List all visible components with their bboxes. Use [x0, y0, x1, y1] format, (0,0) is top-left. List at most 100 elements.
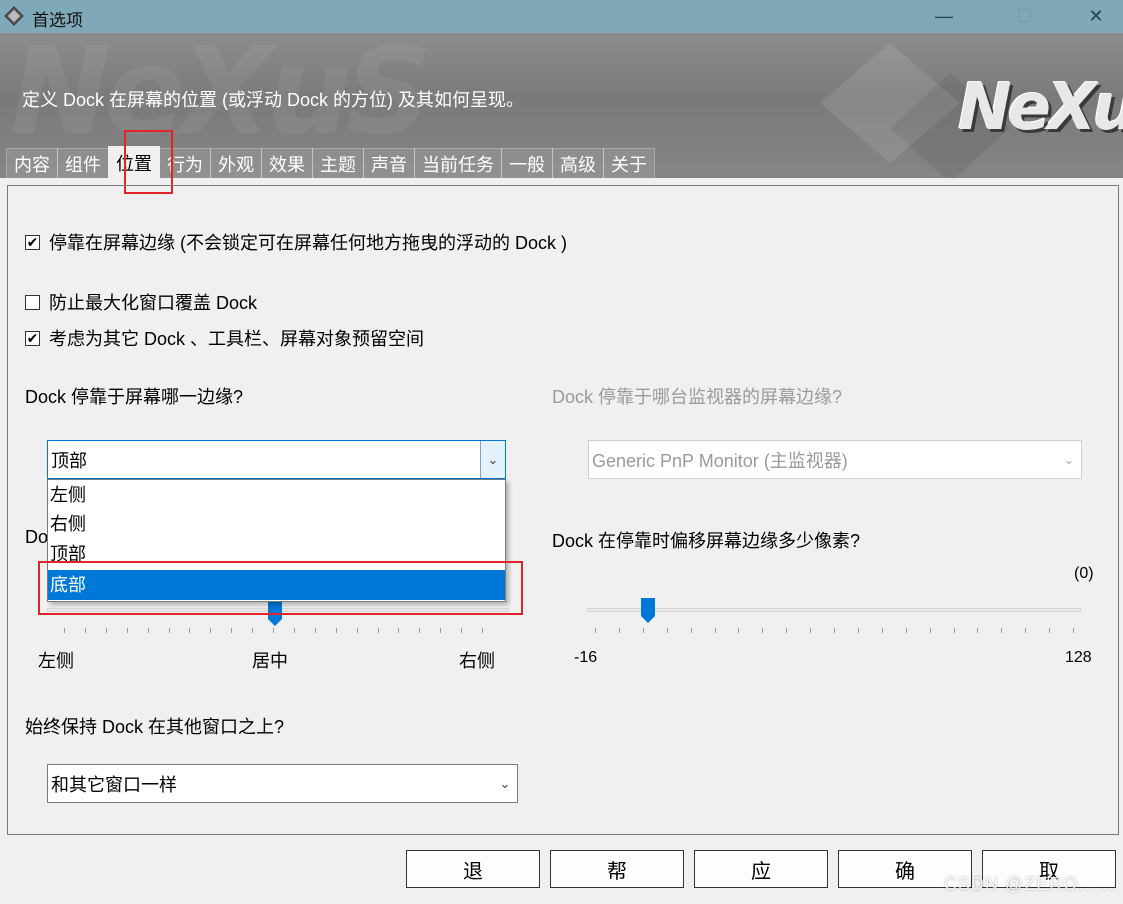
- prevent-cover-checkbox[interactable]: [25, 294, 40, 310]
- help-button[interactable]: 帮: [550, 850, 684, 888]
- tab-components[interactable]: 组件: [57, 148, 109, 178]
- window-title: 首选项: [32, 11, 83, 30]
- slider-tick: [64, 628, 65, 633]
- tab-strip: 内容 组件 位置 行为 外观 效果 主题 声音 当前任务 一般 高级 关于: [6, 146, 655, 178]
- edge-option-right[interactable]: 右侧: [48, 509, 505, 539]
- tab-about[interactable]: 关于: [603, 148, 655, 178]
- slider-tick: [314, 628, 316, 633]
- slider-tick: [618, 628, 620, 633]
- slider-tick: [738, 628, 740, 633]
- csdn-watermark: CSDN @ZERO......: [944, 874, 1115, 894]
- slider-tick: [335, 628, 337, 633]
- slider-tick: [231, 628, 233, 633]
- slider-tick: [356, 628, 358, 633]
- ontop-select[interactable]: 和其它窗口一样 ⌄: [47, 764, 518, 803]
- chevron-down-icon[interactable]: ⌄: [480, 441, 505, 478]
- slider-tick: [1073, 628, 1074, 633]
- ontop-question: 始终保持 Dock 在其他窗口之上?: [25, 717, 285, 737]
- slider-tick: [666, 628, 668, 633]
- app-diamond-icon: [4, 6, 24, 26]
- slider-tick: [377, 628, 379, 633]
- position-mid-label: 居中: [252, 651, 288, 671]
- slider-tick: [810, 628, 812, 633]
- slider-tick: [482, 628, 483, 633]
- prevent-cover-checkbox-row[interactable]: 防止最大化窗口覆盖 Dock: [25, 289, 257, 315]
- slider-tick: [762, 628, 764, 633]
- slider-tick: [273, 628, 274, 633]
- edge-option-left[interactable]: 左侧: [48, 480, 505, 510]
- maximize-button[interactable]: ☐: [997, 0, 1053, 33]
- tab-general[interactable]: 一般: [501, 148, 553, 178]
- slider-tick: [905, 628, 907, 633]
- slider-tick: [293, 628, 295, 633]
- slider-tick: [168, 628, 170, 633]
- position-min-label: 左侧: [38, 651, 74, 671]
- tab-appearance[interactable]: 外观: [210, 148, 262, 178]
- position-question-partial: Do: [25, 527, 49, 547]
- close-button[interactable]: ✕: [1068, 0, 1123, 33]
- slider-tick: [977, 628, 979, 633]
- slider-tick: [1025, 628, 1027, 633]
- slider-tick: [642, 628, 644, 633]
- offset-max-label: 128: [1065, 649, 1092, 666]
- minimize-button[interactable]: —: [916, 0, 972, 33]
- dock-edge-label: 停靠在屏幕边缘 (不会锁定可在屏幕任何地方拖曳的浮动的 Dock ): [49, 233, 567, 253]
- edge-select-value: 顶部: [51, 451, 87, 471]
- offset-slider-thumb[interactable]: [641, 598, 655, 624]
- tab-effects[interactable]: 效果: [261, 148, 313, 178]
- exit-button[interactable]: 退: [406, 850, 540, 888]
- edge-select[interactable]: 顶部 ⌄: [47, 440, 506, 479]
- slider-tick: [84, 628, 86, 633]
- monitor-question: Dock 停靠于哪台监视器的屏幕边缘?: [552, 387, 843, 407]
- offset-slider-track[interactable]: [587, 608, 1081, 612]
- reserve-space-checkbox-row[interactable]: ✔ 考虑为其它 Dock 、工具栏、屏幕对象预留空间: [25, 325, 424, 351]
- tab-themes[interactable]: 主题: [312, 148, 364, 178]
- slider-tick: [189, 628, 191, 633]
- apply-button[interactable]: 应: [694, 850, 828, 888]
- slider-tick: [857, 628, 859, 633]
- reserve-space-label: 考虑为其它 Dock 、工具栏、屏幕对象预留空间: [49, 329, 425, 349]
- slider-tick: [714, 628, 716, 633]
- offset-question: Dock 在停靠时偏移屏幕边缘多少像素?: [552, 531, 861, 551]
- option-highlight-box: [38, 561, 523, 615]
- slider-tick: [1001, 628, 1003, 633]
- slider-tick: [953, 628, 955, 633]
- slider-tick: [786, 628, 788, 633]
- dock-edge-checkbox-row[interactable]: ✔ 停靠在屏幕边缘 (不会锁定可在屏幕任何地方拖曳的浮动的 Dock ): [25, 229, 567, 255]
- tab-current-tasks[interactable]: 当前任务: [414, 148, 502, 178]
- offset-value: (0): [1074, 565, 1094, 582]
- monitor-select[interactable]: Generic PnP Monitor (主监视器) ⌄: [588, 440, 1082, 479]
- slider-tick: [419, 628, 421, 633]
- slider-tick: [834, 628, 835, 633]
- slider-tick: [105, 628, 107, 633]
- maximize-icon: ☐: [1016, 6, 1034, 26]
- slider-tick: [461, 628, 463, 633]
- slider-tick: [440, 628, 442, 633]
- prevent-cover-label: 防止最大化窗口覆盖 Dock: [49, 293, 258, 313]
- slider-tick: [929, 628, 931, 633]
- offset-min-label: -16: [574, 649, 598, 666]
- slider-tick: [147, 628, 149, 633]
- edge-question: Dock 停靠于屏幕哪一边缘?: [25, 387, 244, 407]
- close-icon: ✕: [1088, 6, 1104, 26]
- slider-tick: [398, 628, 400, 633]
- slider-tick: [881, 628, 883, 633]
- dock-edge-checkbox[interactable]: ✔: [25, 234, 40, 250]
- nexus-logo: NeXuS: [958, 71, 1123, 145]
- tab-advanced[interactable]: 高级: [552, 148, 604, 178]
- position-max-label: 右侧: [459, 651, 495, 671]
- monitor-select-value: Generic PnP Monitor (主监视器): [592, 451, 848, 471]
- banner-description: 定义 Dock 在屏幕的位置 (或浮动 Dock 的方位) 及其如何呈现。: [22, 90, 525, 110]
- chevron-down-icon: ⌄: [499, 775, 511, 791]
- slider-tick: [126, 628, 128, 633]
- slider-tick: [210, 628, 212, 633]
- chevron-down-icon: ⌄: [1063, 451, 1075, 467]
- slider-tick: [690, 628, 692, 633]
- slider-tick: [252, 628, 254, 633]
- tab-content[interactable]: 内容: [6, 148, 58, 178]
- minimize-icon: —: [935, 6, 953, 26]
- ontop-select-value: 和其它窗口一样: [51, 775, 177, 795]
- tab-sounds[interactable]: 声音: [363, 148, 415, 178]
- slider-tick: [1049, 628, 1051, 633]
- reserve-space-checkbox[interactable]: ✔: [25, 330, 40, 346]
